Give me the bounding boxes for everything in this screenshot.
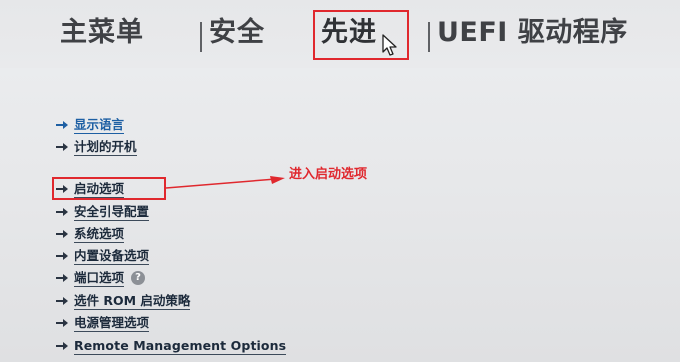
arrow-right-icon [56, 274, 68, 282]
arrow-right-icon [56, 208, 68, 216]
menu-item-label: 端口选项 [74, 269, 125, 287]
menu-item-label: 安全引导配置 [74, 203, 150, 221]
menu-item-option-rom-launch-policy[interactable]: 选件 ROM 启动策略 [56, 291, 191, 311]
mouse-pointer-icon [382, 34, 397, 56]
menu-item-built-in-device-options[interactable]: 内置设备选项 [56, 246, 150, 266]
menu-item-display-language[interactable]: 显示语言 [56, 115, 125, 135]
annotation-label: 进入启动选项 [289, 167, 368, 182]
menu-item-label: 显示语言 [74, 116, 125, 134]
arrow-right-icon [56, 252, 68, 260]
boot-options-highlight-box [52, 177, 166, 200]
tab-separator [200, 22, 202, 52]
menu-item-port-options[interactable]: 端口选项 ? [56, 268, 146, 288]
menu-item-remote-management-options[interactable]: Remote Management Options [56, 336, 287, 356]
arrow-right-icon [56, 230, 68, 238]
menu-item-power-management-options[interactable]: 电源管理选项 [56, 313, 150, 333]
menu-item-label: Remote Management Options [74, 337, 287, 355]
tab-main-menu[interactable]: 主菜单 [60, 14, 144, 52]
arrow-right-icon [56, 143, 68, 151]
help-icon[interactable]: ? [131, 271, 146, 285]
arrow-right-icon [56, 121, 68, 129]
menu-item-system-options[interactable]: 系统选项 [56, 224, 125, 244]
menu-item-label: 电源管理选项 [74, 314, 150, 332]
tab-uefi-drivers[interactable]: UEFI 驱动程序 [437, 14, 628, 52]
menu-item-label: 系统选项 [74, 225, 125, 243]
annotation-arrow-icon [166, 176, 285, 189]
tab-separator [428, 22, 430, 52]
menu-item-label: 选件 ROM 启动策略 [74, 292, 191, 310]
bios-setup-screen: 主菜单 安全 先进 UEFI 驱动程序 显示语言 计划的开机 启动选项 安全引导… [0, 0, 680, 362]
arrow-right-icon [56, 342, 68, 350]
menu-item-secure-boot-config[interactable]: 安全引导配置 [56, 202, 150, 222]
menu-item-label: 计划的开机 [74, 138, 137, 156]
tab-security[interactable]: 安全 [209, 14, 265, 52]
arrow-right-icon [56, 319, 68, 327]
menu-item-scheduled-power-on[interactable]: 计划的开机 [56, 137, 137, 157]
arrow-right-icon [56, 297, 68, 305]
menu-item-label: 内置设备选项 [74, 247, 150, 265]
